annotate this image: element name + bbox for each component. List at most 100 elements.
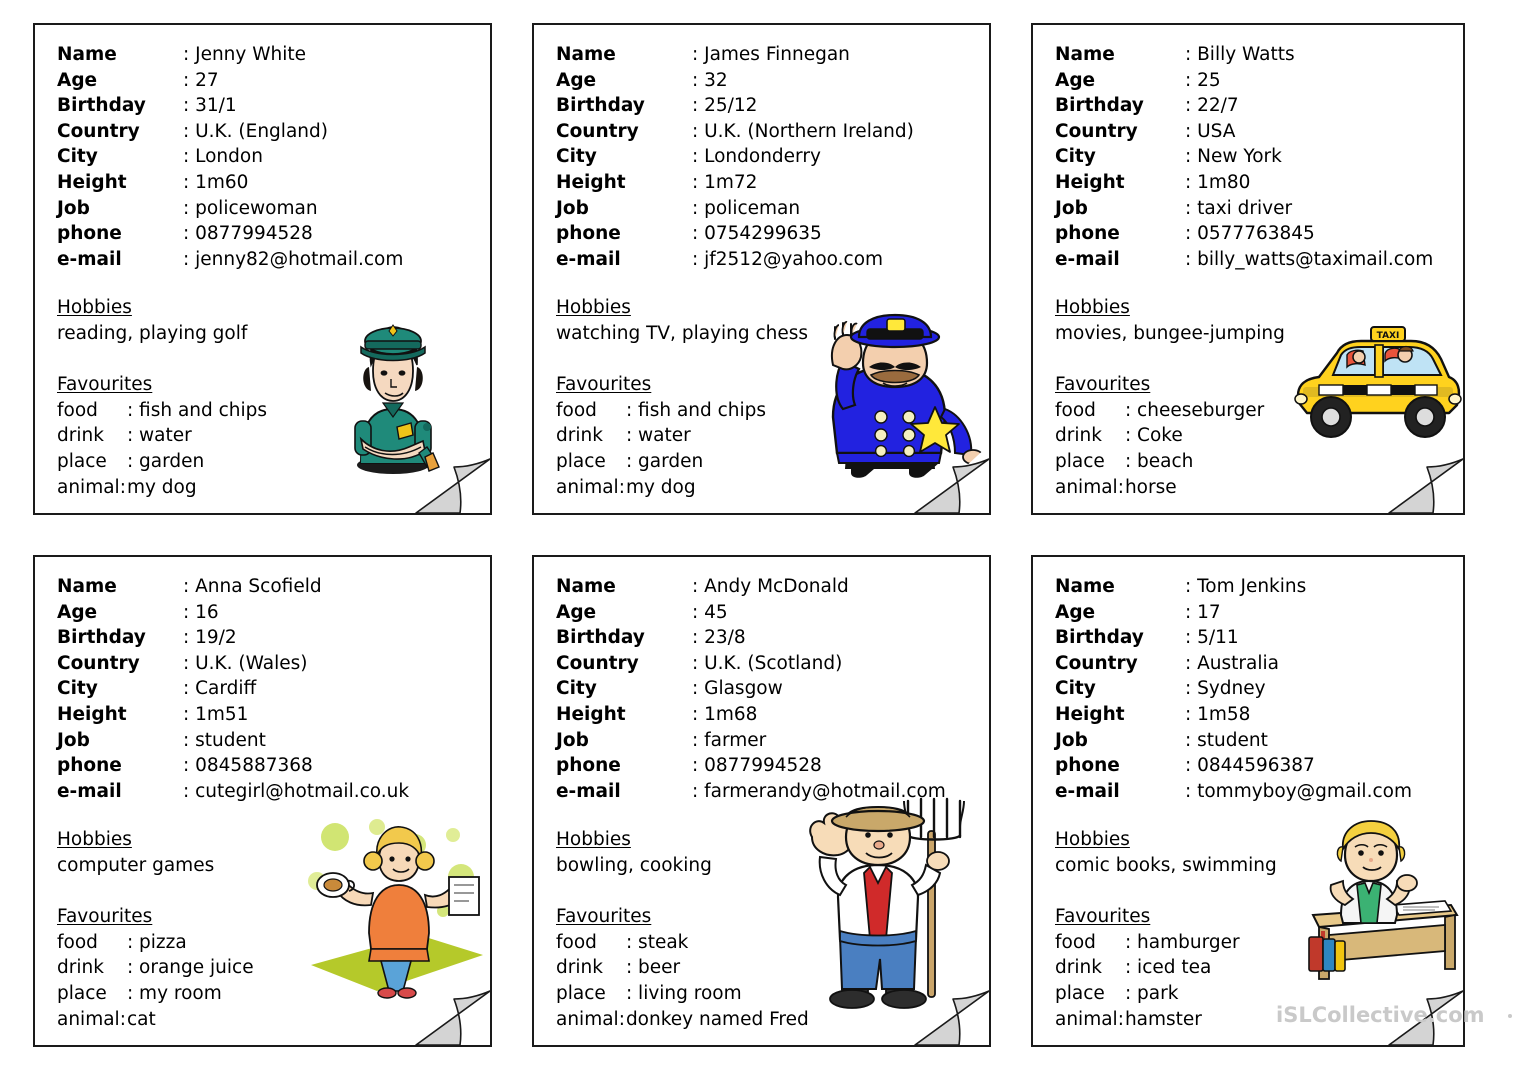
hobbies-value: comic books, swimming (1055, 854, 1277, 876)
label-animal: animal: (1055, 476, 1124, 498)
label-birthday: Birthday (57, 95, 146, 117)
label-city: City (1055, 146, 1096, 168)
info-row-height: Height : 1m80 (1055, 170, 1433, 196)
value-city: : Cardiff (183, 678, 257, 700)
info-row-country: Country : U.K. (England) (57, 119, 403, 145)
label-email: e-mail (57, 248, 122, 270)
info-row-country: Country : U.K. (Wales) (57, 651, 409, 677)
value-email: : farmerandy@hotmail.com (692, 780, 946, 802)
value-city: : Glasgow (692, 678, 783, 700)
info-row-city: City : Glasgow (556, 676, 946, 702)
info-row-email: e-mail : jenny82@hotmail.com (57, 247, 403, 273)
info-table: Name : Billy Watts Age : 25 Birthday : 2… (1055, 42, 1433, 272)
info-row-job: Job : student (57, 728, 409, 754)
label-phone: phone (1055, 755, 1120, 777)
value-animal: donkey named Fred (625, 1008, 809, 1030)
value-food: : fish and chips (126, 399, 268, 421)
value-job: : student (183, 729, 266, 751)
value-name: : Andy McDonald (692, 576, 849, 597)
hobbies-value: reading, playing golf (57, 322, 248, 344)
label-food: food (1055, 931, 1096, 953)
hobbies-favourites-block: Hobbies watching TV, playing chess Favou… (556, 295, 808, 500)
value-food: : cheeseburger (1124, 399, 1265, 421)
info-row-country: Country : U.K. (Scotland) (556, 651, 946, 677)
label-age: Age (1055, 69, 1096, 91)
value-animal: horse (1124, 476, 1177, 498)
value-email: : jenny82@hotmail.com (183, 248, 404, 270)
hobbies-heading: Hobbies (57, 829, 132, 850)
fav-row-animal: animal: hamster (1055, 1007, 1240, 1033)
policewoman-icon (354, 324, 440, 474)
value-age: : 27 (183, 69, 219, 91)
hobbies-value: watching TV, playing chess (556, 322, 809, 344)
value-phone: : 0754299635 (692, 223, 822, 245)
hobbies-value: movies, bungee-jumping (1055, 322, 1285, 344)
value-age: : 16 (183, 601, 219, 623)
hobbies-heading: Hobbies (556, 297, 631, 318)
info-row-birthday: Birthday : 23/8 (556, 625, 946, 651)
info-row-job: Job : policewoman (57, 196, 403, 222)
label-age: Age (1055, 601, 1096, 623)
label-age: Age (556, 601, 597, 623)
fav-row-drink: drink : iced tea (1055, 955, 1240, 981)
label-job: Job (556, 729, 589, 751)
info-row-birthday: Birthday : 25/12 (556, 93, 914, 119)
hobbies-value: computer games (57, 854, 215, 876)
info-row-age: Age : 17 (1055, 600, 1412, 626)
value-phone: : 0877994528 (692, 755, 822, 777)
info-row-phone: phone : 0845887368 (57, 753, 409, 779)
value-phone: : 0844596387 (1185, 755, 1315, 777)
favourites-heading: Favourites (556, 374, 652, 396)
value-job: : policewoman (183, 197, 318, 219)
info-row-height: Height : 1m60 (57, 170, 403, 196)
favourites-heading: Favourites (1055, 374, 1151, 396)
boy-at-desk-icon (1308, 820, 1459, 980)
value-drink: : beer (625, 957, 681, 979)
label-age: Age (57, 69, 98, 91)
label-food: food (57, 931, 98, 953)
favourites-heading: Favourites (57, 906, 153, 928)
value-food: : steak (625, 931, 689, 953)
value-country: : U.K. (England) (183, 120, 328, 142)
value-place: : beach (1124, 450, 1194, 472)
label-country: Country (556, 652, 639, 674)
fav-row-place: place : garden (556, 449, 766, 475)
label-email: e-mail (1055, 780, 1120, 802)
info-row-name: Name : Billy Watts (1055, 42, 1433, 68)
info-row-height: Height : 1m58 (1055, 702, 1412, 728)
info-row-city: City : London (57, 144, 403, 170)
value-height: : 1m51 (183, 703, 249, 725)
info-row-email: e-mail : jf2512@yahoo.com (556, 247, 914, 273)
label-email: e-mail (556, 780, 621, 802)
label-birthday: Birthday (556, 627, 645, 649)
fav-row-animal: animal: my dog (556, 475, 766, 501)
label-animal: animal: (1055, 1008, 1124, 1030)
info-row-birthday: Birthday : 19/2 (57, 625, 409, 651)
page-curl-icon (1388, 445, 1463, 513)
label-city: City (1055, 678, 1096, 700)
info-row-job: Job : student (1055, 728, 1412, 754)
value-age: : 32 (692, 69, 728, 91)
label-height: Height (556, 703, 626, 725)
label-phone: phone (57, 755, 122, 777)
fav-row-animal: animal: donkey named Fred (556, 1007, 809, 1033)
label-email: e-mail (57, 780, 122, 802)
fav-row-drink: drink : orange juice (57, 955, 254, 981)
label-drink: drink (1055, 957, 1102, 979)
value-country: : U.K. (Scotland) (692, 652, 843, 674)
id-card-jenny-white: Name : Jenny White Age : 27 Birthday : 3… (33, 23, 492, 515)
favourites-heading: Favourites (57, 374, 153, 396)
label-food: food (556, 399, 597, 421)
label-job: Job (1055, 729, 1088, 751)
info-row-age: Age : 27 (57, 68, 403, 94)
id-card-billy-watts: Name : Billy Watts Age : 25 Birthday : 2… (1031, 23, 1465, 515)
label-country: Country (57, 652, 140, 674)
label-animal: animal: (57, 476, 126, 498)
fav-row-food: food : hamburger (1055, 930, 1240, 956)
label-place: place (57, 450, 107, 472)
value-birthday: : 19/2 (183, 627, 237, 649)
